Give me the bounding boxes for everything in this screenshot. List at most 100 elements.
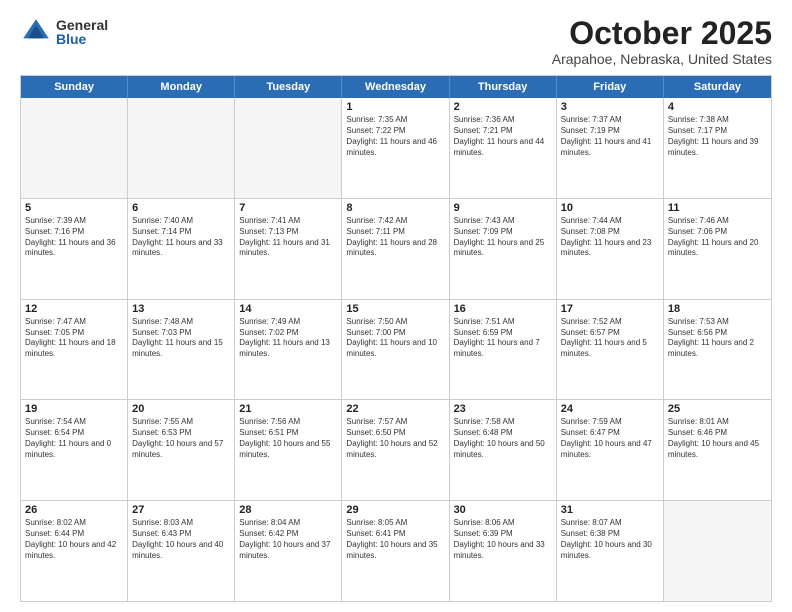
day-number: 22 [346,403,444,415]
calendar-cell: 26 Sunrise: 8:02 AM Sunset: 6:44 PM Dayli… [21,501,128,601]
logo-general-text: General [56,18,108,32]
day-number: 11 [668,202,767,214]
day-number: 5 [25,202,123,214]
day-number: 8 [346,202,444,214]
cell-info: Sunrise: 7:43 AM Sunset: 7:09 PM Dayligh… [454,216,552,259]
cell-info: Sunrise: 7:38 AM Sunset: 7:17 PM Dayligh… [668,115,767,158]
calendar-cell [21,98,128,198]
calendar-cell: 17 Sunrise: 7:52 AM Sunset: 6:57 PM Dayli… [557,300,664,400]
calendar-cell: 24 Sunrise: 7:59 AM Sunset: 6:47 PM Dayli… [557,400,664,500]
day-number: 1 [346,101,444,113]
day-number: 19 [25,403,123,415]
calendar-cell: 8Sunrise: 7:42 AM Sunset: 7:11 PM Daylig… [342,199,449,299]
calendar-cell: 22 Sunrise: 7:57 AM Sunset: 6:50 PM Dayli… [342,400,449,500]
day-number: 17 [561,303,659,315]
weekday-header: Sunday [21,76,128,98]
calendar-cell [128,98,235,198]
calendar-header: SundayMondayTuesdayWednesdayThursdayFrid… [21,76,771,98]
cell-info: Sunrise: 8:07 AM Sunset: 6:38 PM Dayligh… [561,518,659,561]
day-number: 10 [561,202,659,214]
cell-info: Sunrise: 7:59 AM Sunset: 6:47 PM Dayligh… [561,417,659,460]
calendar-cell: 3Sunrise: 7:37 AM Sunset: 7:19 PM Daylig… [557,98,664,198]
day-number: 4 [668,101,767,113]
day-number: 21 [239,403,337,415]
logo: General Blue [20,16,108,48]
day-number: 27 [132,504,230,516]
calendar-cell: 18Sunrise: 7:53 AM Sunset: 6:56 PM Dayli… [664,300,771,400]
day-number: 30 [454,504,552,516]
cell-info: Sunrise: 7:54 AM Sunset: 6:54 PM Dayligh… [25,417,123,460]
cell-info: Sunrise: 8:05 AM Sunset: 6:41 PM Dayligh… [346,518,444,561]
cell-info: Sunrise: 8:01 AM Sunset: 6:46 PM Dayligh… [668,417,767,460]
calendar-cell: 23 Sunrise: 7:58 AM Sunset: 6:48 PM Dayli… [450,400,557,500]
calendar-cell: 6 Sunrise: 7:40 AM Sunset: 7:14 PM Daylig… [128,199,235,299]
cell-info: Sunrise: 7:36 AM Sunset: 7:21 PM Dayligh… [454,115,552,158]
calendar-row: 26 Sunrise: 8:02 AM Sunset: 6:44 PM Dayli… [21,500,771,601]
cell-info: Sunrise: 7:46 AM Sunset: 7:06 PM Dayligh… [668,216,767,259]
title-block: October 2025 Arapahoe, Nebraska, United … [552,16,772,67]
calendar-cell: 9Sunrise: 7:43 AM Sunset: 7:09 PM Daylig… [450,199,557,299]
calendar: SundayMondayTuesdayWednesdayThursdayFrid… [20,75,772,602]
calendar-cell: 7Sunrise: 7:41 AM Sunset: 7:13 PM Daylig… [235,199,342,299]
day-number: 24 [561,403,659,415]
location: Arapahoe, Nebraska, United States [552,51,772,67]
day-number: 23 [454,403,552,415]
day-number: 26 [25,504,123,516]
day-number: 25 [668,403,767,415]
calendar-cell [664,501,771,601]
calendar-cell: 20Sunrise: 7:55 AM Sunset: 6:53 PM Dayli… [128,400,235,500]
day-number: 31 [561,504,659,516]
weekday-header: Wednesday [342,76,449,98]
calendar-cell: 16 Sunrise: 7:51 AM Sunset: 6:59 PM Dayli… [450,300,557,400]
calendar-cell: 21Sunrise: 7:56 AM Sunset: 6:51 PM Dayli… [235,400,342,500]
cell-info: Sunrise: 7:52 AM Sunset: 6:57 PM Dayligh… [561,317,659,360]
calendar-cell: 5 Sunrise: 7:39 AM Sunset: 7:16 PM Daylig… [21,199,128,299]
cell-info: Sunrise: 7:58 AM Sunset: 6:48 PM Dayligh… [454,417,552,460]
cell-info: Sunrise: 7:49 AM Sunset: 7:02 PM Dayligh… [239,317,337,360]
logo-text: General Blue [56,18,108,46]
calendar-cell: 1 Sunrise: 7:35 AM Sunset: 7:22 PM Daylig… [342,98,449,198]
logo-icon [20,16,52,48]
cell-info: Sunrise: 8:03 AM Sunset: 6:43 PM Dayligh… [132,518,230,561]
page: General Blue October 2025 Arapahoe, Nebr… [0,0,792,612]
calendar-row: 19 Sunrise: 7:54 AM Sunset: 6:54 PM Dayli… [21,399,771,500]
calendar-cell: 29 Sunrise: 8:05 AM Sunset: 6:41 PM Dayli… [342,501,449,601]
cell-info: Sunrise: 8:06 AM Sunset: 6:39 PM Dayligh… [454,518,552,561]
day-number: 15 [346,303,444,315]
cell-info: Sunrise: 8:02 AM Sunset: 6:44 PM Dayligh… [25,518,123,561]
calendar-cell: 27 Sunrise: 8:03 AM Sunset: 6:43 PM Dayli… [128,501,235,601]
cell-info: Sunrise: 7:40 AM Sunset: 7:14 PM Dayligh… [132,216,230,259]
calendar-body: 1 Sunrise: 7:35 AM Sunset: 7:22 PM Daylig… [21,98,771,601]
cell-info: Sunrise: 7:39 AM Sunset: 7:16 PM Dayligh… [25,216,123,259]
logo-blue-text: Blue [56,32,108,46]
calendar-cell: 31 Sunrise: 8:07 AM Sunset: 6:38 PM Dayli… [557,501,664,601]
cell-info: Sunrise: 7:35 AM Sunset: 7:22 PM Dayligh… [346,115,444,158]
calendar-cell: 13Sunrise: 7:48 AM Sunset: 7:03 PM Dayli… [128,300,235,400]
calendar-cell: 30 Sunrise: 8:06 AM Sunset: 6:39 PM Dayli… [450,501,557,601]
day-number: 16 [454,303,552,315]
cell-info: Sunrise: 7:51 AM Sunset: 6:59 PM Dayligh… [454,317,552,360]
weekday-header: Tuesday [235,76,342,98]
weekday-header: Monday [128,76,235,98]
calendar-row: 12Sunrise: 7:47 AM Sunset: 7:05 PM Dayli… [21,299,771,400]
day-number: 3 [561,101,659,113]
weekday-header: Saturday [664,76,771,98]
header: General Blue October 2025 Arapahoe, Nebr… [20,16,772,67]
day-number: 20 [132,403,230,415]
day-number: 28 [239,504,337,516]
weekday-header: Thursday [450,76,557,98]
day-number: 12 [25,303,123,315]
calendar-row: 5 Sunrise: 7:39 AM Sunset: 7:16 PM Daylig… [21,198,771,299]
calendar-cell: 12Sunrise: 7:47 AM Sunset: 7:05 PM Dayli… [21,300,128,400]
calendar-cell: 28 Sunrise: 8:04 AM Sunset: 6:42 PM Dayli… [235,501,342,601]
calendar-cell [235,98,342,198]
calendar-cell: 2Sunrise: 7:36 AM Sunset: 7:21 PM Daylig… [450,98,557,198]
cell-info: Sunrise: 7:44 AM Sunset: 7:08 PM Dayligh… [561,216,659,259]
cell-info: Sunrise: 7:57 AM Sunset: 6:50 PM Dayligh… [346,417,444,460]
day-number: 6 [132,202,230,214]
cell-info: Sunrise: 8:04 AM Sunset: 6:42 PM Dayligh… [239,518,337,561]
calendar-cell: 25 Sunrise: 8:01 AM Sunset: 6:46 PM Dayli… [664,400,771,500]
day-number: 29 [346,504,444,516]
cell-info: Sunrise: 7:41 AM Sunset: 7:13 PM Dayligh… [239,216,337,259]
cell-info: Sunrise: 7:48 AM Sunset: 7:03 PM Dayligh… [132,317,230,360]
